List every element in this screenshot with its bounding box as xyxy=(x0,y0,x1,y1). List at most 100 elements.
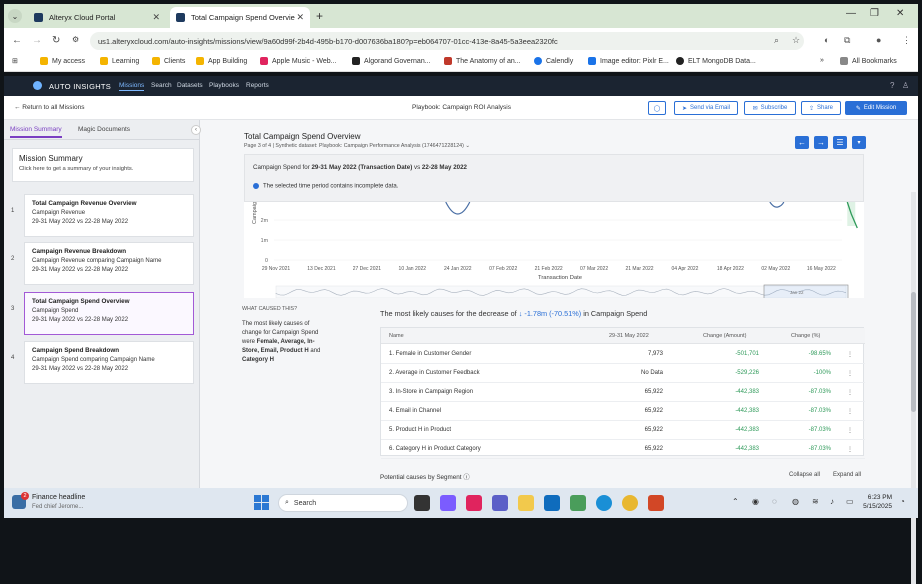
all-bookmarks[interactable]: All Bookmarks xyxy=(840,57,897,65)
wifi-icon[interactable]: ≋ xyxy=(812,497,819,506)
comment-button[interactable]: ◯ xyxy=(648,101,666,115)
table-row[interactable]: 2. Average in Customer Feedback No Data -5… xyxy=(381,364,865,383)
star-icon[interactable]: ☆ xyxy=(792,35,800,46)
more-bookmarks-icon[interactable]: » xyxy=(820,57,824,64)
mission-step-1[interactable]: 1 Total Campaign Revenue Overview Campai… xyxy=(4,194,200,238)
bookmark-elt-mongodb[interactable]: ELT MongoDB Data... xyxy=(676,57,756,65)
tray-app-icon[interactable]: ◉ xyxy=(752,497,759,506)
tray-chevron-icon[interactable]: ⌃ xyxy=(732,497,739,506)
close-tab-icon[interactable]: ✕ xyxy=(152,12,160,23)
extension-icon[interactable]: ◐ xyxy=(824,35,829,45)
table-row[interactable]: 3. In-Store in Campaign Region 65,922 -442… xyxy=(381,383,865,402)
step-card[interactable]: Campaign Revenue Breakdown Campaign Reve… xyxy=(24,242,194,285)
page-options-button[interactable]: ▾ xyxy=(852,136,866,149)
nav-reports[interactable]: Reports xyxy=(246,82,269,89)
col-current[interactable]: 29-31 May 2022 xyxy=(609,333,649,339)
row-menu-icon[interactable]: ⋮ xyxy=(847,370,853,377)
profile-avatar-icon[interactable]: ● xyxy=(876,35,881,45)
mission-step-3[interactable]: 3 Total Campaign Spend Overview Campaign… xyxy=(4,292,200,336)
menu-icon[interactable]: ⋮ xyxy=(902,35,911,46)
puzzle-icon[interactable]: ⧉ xyxy=(844,35,850,46)
return-to-missions-link[interactable]: ← Return to all Missions xyxy=(14,104,84,111)
zoom-icon[interactable]: ⌕ xyxy=(774,35,779,46)
browser-tab-campaign-spend[interactable]: Total Campaign Spend Overvie ✕ xyxy=(170,7,310,28)
tray-app-icon[interactable]: ◌ xyxy=(772,497,777,506)
edge-icon[interactable] xyxy=(596,495,612,511)
minimize-icon[interactable]: — xyxy=(846,8,856,19)
powerpoint-icon[interactable] xyxy=(648,495,664,511)
collapse-all-link[interactable]: Collapse all xyxy=(789,472,820,478)
col-change-pct[interactable]: Change (%) xyxy=(791,333,820,339)
close-window-icon[interactable]: ✕ xyxy=(896,8,904,19)
outlook-icon[interactable] xyxy=(544,495,560,511)
mission-step-2[interactable]: 2 Campaign Revenue Breakdown Campaign Re… xyxy=(4,242,200,286)
back-icon[interactable]: ← xyxy=(12,35,22,46)
prev-page-button[interactable]: ← xyxy=(795,136,809,149)
bookmark-app-building[interactable]: App Building xyxy=(196,57,247,65)
bookmark-algorand[interactable]: Algorand Governan... xyxy=(352,57,431,65)
bookmark-pixlr[interactable]: Image editor: Pixlr E... xyxy=(588,57,669,65)
tab-magic-documents[interactable]: Magic Documents xyxy=(78,126,130,133)
apps-grid-icon[interactable]: ⊞ xyxy=(12,57,18,65)
reload-icon[interactable]: ↻ xyxy=(52,35,60,46)
row-menu-icon[interactable]: ⋮ xyxy=(847,427,853,434)
step-card[interactable]: Total Campaign Revenue Overview Campaign… xyxy=(24,194,194,237)
battery-icon[interactable]: ▭ xyxy=(846,497,854,506)
tab-search-icon[interactable]: ⌄ xyxy=(8,9,22,23)
mission-step-4[interactable]: 4 Campaign Spend Breakdown Campaign Spen… xyxy=(4,341,200,385)
volume-icon[interactable]: ♪ xyxy=(830,497,834,506)
page-list-button[interactable]: ☰ xyxy=(833,136,847,149)
nav-missions[interactable]: Missions xyxy=(119,82,145,91)
scrollbar-thumb[interactable] xyxy=(911,292,916,412)
bookmark-apple-music[interactable]: Apple Music - Web... xyxy=(260,57,336,65)
file-explorer-icon[interactable] xyxy=(518,495,534,511)
bookmark-calendly[interactable]: Calendly xyxy=(534,57,573,65)
nav-search[interactable]: Search xyxy=(151,82,172,89)
bookmark-my-access[interactable]: My access xyxy=(40,57,85,65)
maximize-icon[interactable]: ❐ xyxy=(870,8,879,19)
tab-mission-summary[interactable]: Mission Summary xyxy=(10,126,62,138)
collapse-sidebar-icon[interactable]: ‹ xyxy=(191,125,201,135)
bookmark-anatomy[interactable]: The Anatomy of an... xyxy=(444,57,521,65)
music-icon[interactable] xyxy=(466,495,482,511)
close-tab-icon[interactable]: ✕ xyxy=(296,12,304,23)
task-view-icon[interactable] xyxy=(414,495,430,511)
notification-bell-icon[interactable]: ◔ xyxy=(900,497,905,506)
tray-app-icon[interactable]: ◍ xyxy=(792,497,799,506)
teams-icon[interactable] xyxy=(492,495,508,511)
bookmark-clients[interactable]: Clients xyxy=(152,57,185,65)
app-icon[interactable] xyxy=(570,495,586,511)
chrome-icon[interactable] xyxy=(622,495,638,511)
row-menu-icon[interactable]: ⋮ xyxy=(847,389,853,396)
nav-datasets[interactable]: Datasets xyxy=(177,82,203,89)
share-button[interactable]: ⇪ Share xyxy=(801,101,841,115)
step-card-selected[interactable]: Total Campaign Spend Overview Campaign S… xyxy=(24,292,194,335)
new-tab-icon[interactable]: + xyxy=(316,9,323,23)
mission-summary-card[interactable]: Mission Summary Click here to get a summ… xyxy=(12,148,194,182)
row-menu-icon[interactable]: ⋮ xyxy=(847,408,853,415)
table-row[interactable]: 5. Product H in Product 65,922 -442,383 -87… xyxy=(381,421,865,440)
page-scrollbar[interactable] xyxy=(911,192,916,584)
next-page-button[interactable]: → xyxy=(814,136,828,149)
copilot-icon[interactable] xyxy=(440,495,456,511)
help-icon[interactable]: ? xyxy=(890,81,894,90)
table-row[interactable]: 1. Female in Customer Gender 7,973 -501,70… xyxy=(381,345,865,364)
row-menu-icon[interactable]: ⋮ xyxy=(847,351,853,358)
table-row[interactable]: 6. Category H in Product Category 65,922 -… xyxy=(381,440,865,459)
bookmark-learning[interactable]: Learning xyxy=(100,57,139,65)
col-change-amount[interactable]: Change (Amount) xyxy=(703,333,746,339)
taskbar-search[interactable]: ⌕ Search xyxy=(278,494,408,512)
step-card[interactable]: Campaign Spend Breakdown Campaign Spend … xyxy=(24,341,194,384)
browser-tab-alteryx-portal[interactable]: Alteryx Cloud Portal ✕ xyxy=(28,7,166,28)
clock[interactable]: 6:23 PM 5/15/2025 xyxy=(862,493,892,511)
site-info-icon[interactable]: ⚙ xyxy=(72,35,79,44)
nav-playbooks[interactable]: Playbooks xyxy=(209,82,239,89)
row-menu-icon[interactable]: ⋮ xyxy=(847,446,853,453)
url-bar[interactable]: us1.alteryxcloud.com/auto-insights/missi… xyxy=(90,32,804,50)
windows-start-icon[interactable] xyxy=(254,495,270,511)
forward-icon[interactable]: → xyxy=(32,35,42,46)
news-widget[interactable]: 2 Finance headline Fed chief Jerome... xyxy=(12,492,122,514)
subscribe-button[interactable]: ✉ Subscribe xyxy=(744,101,796,115)
expand-all-link[interactable]: Expand all xyxy=(833,472,861,478)
col-name[interactable]: Name xyxy=(389,333,404,339)
